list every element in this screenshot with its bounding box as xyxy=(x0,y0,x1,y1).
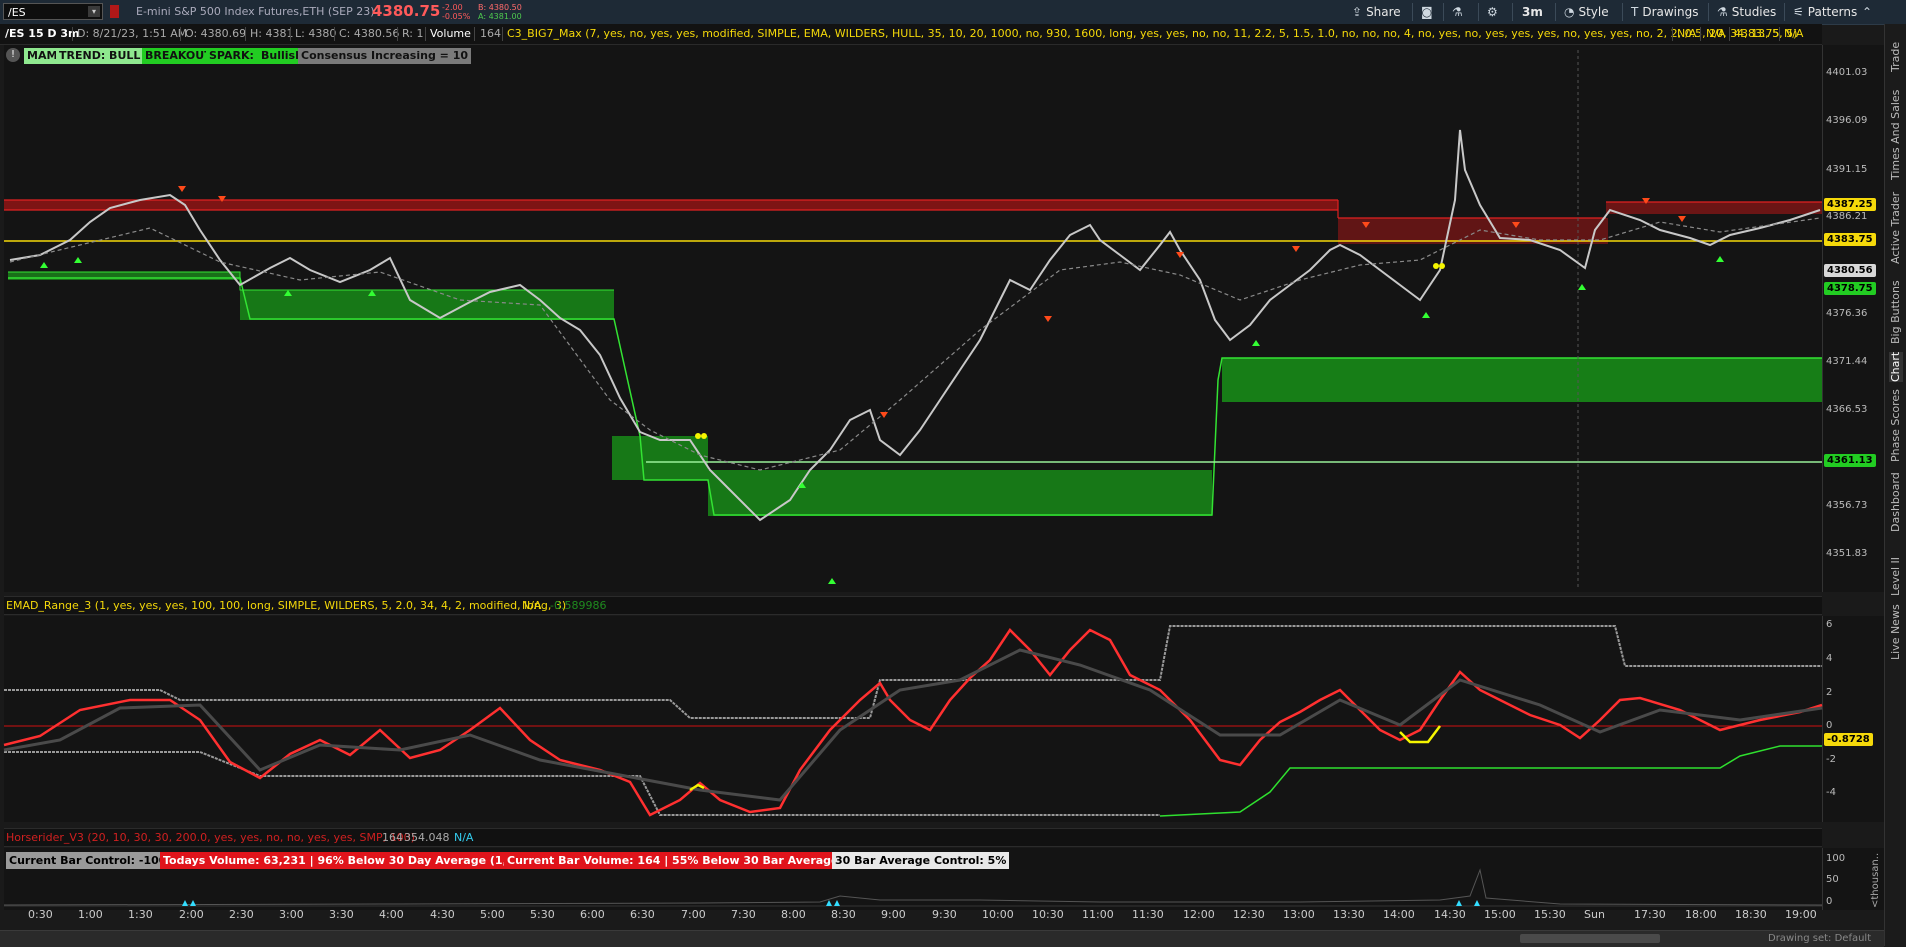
time-axis-label: 11:00 xyxy=(1082,908,1114,921)
time-axis-label: 7:30 xyxy=(731,908,756,921)
time-axis-label: 9:00 xyxy=(881,908,906,921)
time-axis-label: 9:30 xyxy=(932,908,957,921)
time-axis-label: 1:00 xyxy=(78,908,103,921)
volume-axis-tick: 0 xyxy=(1826,896,1833,907)
time-axis-label: 13:30 xyxy=(1333,908,1365,921)
right-sidebar: Trade Times And Sales Active Trader Big But… xyxy=(1884,24,1906,946)
time-axis-label: 3:00 xyxy=(279,908,304,921)
time-axis-label: 5:30 xyxy=(530,908,555,921)
time-axis-label: 19:00 xyxy=(1785,908,1817,921)
time-axis-label: 8:00 xyxy=(781,908,806,921)
volume-svg xyxy=(3,868,1823,907)
sidebar-tab[interactable]: Dashboard xyxy=(1889,470,1903,532)
drawing-set-label[interactable]: Drawing set: Default xyxy=(1768,931,1871,947)
time-axis-label: 8:30 xyxy=(831,908,856,921)
cyan-marker xyxy=(182,900,188,906)
time-axis-label: 2:00 xyxy=(179,908,204,921)
sidebar-tab[interactable]: Chart xyxy=(1889,352,1903,382)
time-axis-label: 17:30 xyxy=(1634,908,1666,921)
volume-axis-tick: 100 xyxy=(1826,853,1846,864)
time-axis-label: 3:30 xyxy=(329,908,354,921)
time-axis-label: 15:00 xyxy=(1484,908,1516,921)
time-axis-label: 6:00 xyxy=(580,908,605,921)
cyan-marker xyxy=(834,900,840,906)
cyan-marker xyxy=(1474,900,1480,906)
volume-axis-tick: 50 xyxy=(1826,874,1839,885)
volume-bars xyxy=(3,868,1823,906)
sidebar-tab[interactable]: Trade xyxy=(1889,32,1903,72)
cyan-marker xyxy=(826,900,832,906)
time-axis-label: 14:30 xyxy=(1434,908,1466,921)
time-axis-label: 1:30 xyxy=(128,908,153,921)
time-axis-label: 5:00 xyxy=(480,908,505,921)
volume-unit: <thousan... xyxy=(1870,852,1881,908)
sidebar-tab[interactable]: Level II xyxy=(1889,540,1903,596)
time-axis-label: 4:00 xyxy=(379,908,404,921)
sidebar-tab[interactable]: Active Trader xyxy=(1889,192,1903,264)
time-axis-label: 12:30 xyxy=(1233,908,1265,921)
time-axis-label: 6:30 xyxy=(630,908,655,921)
horizontal-scrollbar[interactable]: Drawing set: Default xyxy=(0,930,1884,947)
scrollbar-thumb[interactable] xyxy=(1520,934,1660,943)
time-axis-label: 10:30 xyxy=(1032,908,1064,921)
sidebar-tab[interactable]: Big Buttons xyxy=(1889,272,1903,344)
time-axis-label: 10:00 xyxy=(982,908,1014,921)
time-axis-label: Sun xyxy=(1584,908,1605,921)
time-axis-label: 13:00 xyxy=(1283,908,1315,921)
cyan-marker xyxy=(1456,900,1462,906)
time-axis-label: 14:00 xyxy=(1383,908,1415,921)
time-axis-label: 4:30 xyxy=(430,908,455,921)
time-axis-label: 7:00 xyxy=(681,908,706,921)
time-axis-label: 11:30 xyxy=(1132,908,1164,921)
time-axis-label: 15:30 xyxy=(1534,908,1566,921)
time-axis-label: 12:00 xyxy=(1183,908,1215,921)
cyan-marker xyxy=(190,900,196,906)
time-axis-label: 18:30 xyxy=(1735,908,1767,921)
sidebar-tab[interactable]: Phase Scores xyxy=(1889,389,1903,462)
time-axis-label: 18:00 xyxy=(1685,908,1717,921)
time-axis-label: 2:30 xyxy=(229,908,254,921)
time-axis-label: 0:30 xyxy=(28,908,53,921)
sidebar-tab[interactable]: Live News xyxy=(1889,604,1903,660)
sidebar-tab[interactable]: Times And Sales xyxy=(1889,80,1903,180)
